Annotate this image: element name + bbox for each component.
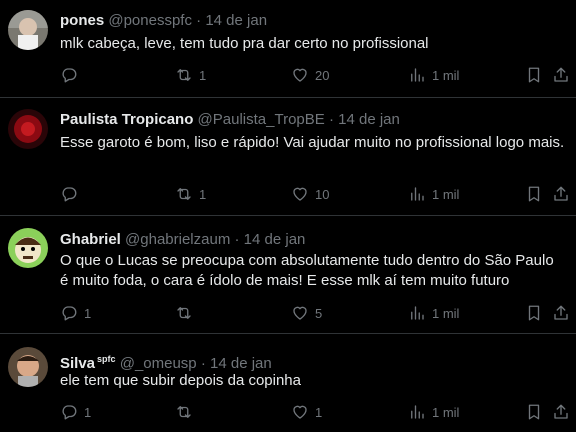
avatar[interactable] [8, 10, 48, 50]
avatar[interactable] [8, 347, 48, 387]
separator: · [196, 12, 202, 29]
heart-icon [293, 306, 307, 320]
action-bar: 1 1 1 mil [60, 401, 570, 423]
timestamp[interactable]: 14 de jan [210, 355, 272, 372]
like-button[interactable]: 10 [291, 183, 329, 205]
retweet-count: 1 [199, 186, 207, 202]
retweet-button[interactable] [175, 302, 193, 324]
action-bar: 1 20 1 mil [60, 64, 570, 86]
reply-count: 1 [84, 404, 92, 420]
display-name[interactable]: Silva [60, 355, 95, 372]
like-count: 10 [315, 186, 330, 202]
views-icon [411, 68, 424, 82]
timestamp[interactable]: 14 de jan [205, 12, 267, 29]
share-button[interactable] [552, 183, 570, 205]
tweet[interactable]: Silva spfc @_omeusp · 14 de jan ele tem q… [0, 334, 576, 432]
retweet-icon [177, 188, 191, 200]
retweet-button[interactable] [175, 401, 193, 423]
tweet-text: ele tem que subir depois da copinha [60, 372, 301, 389]
views-icon [411, 306, 424, 320]
views-count: 1 mil [432, 67, 460, 83]
tweet-text: O que o Lucas se preocupa com absolutame… [60, 252, 554, 289]
reply-icon [62, 405, 77, 420]
reply-icon [62, 68, 77, 83]
share-icon [554, 67, 568, 82]
heart-icon [293, 187, 307, 201]
separator: · [234, 231, 240, 248]
views-icon [411, 187, 424, 201]
reply-count: 1 [84, 305, 92, 321]
views-count: 1 mil [432, 305, 460, 321]
tweet-text: mlk cabeça, leve, tem tudo pra dar certo… [60, 35, 429, 52]
separator: · [200, 355, 206, 372]
tweet[interactable]: Paulista Tropicano @Paulista_TropBE · 14… [0, 98, 576, 216]
share-button[interactable] [552, 302, 570, 324]
tweet-header: Ghabriel @ghabrielzaum · 14 de jan [60, 231, 305, 249]
handle[interactable]: @ponesspfc [108, 12, 192, 29]
timestamp[interactable]: 14 de jan [338, 111, 400, 128]
heart-icon [293, 68, 307, 82]
avatar[interactable] [8, 228, 48, 268]
tweet-header: Silva spfc @_omeusp · 14 de jan [60, 350, 272, 373]
reply-button[interactable] [60, 64, 78, 86]
bookmark-icon [528, 186, 540, 202]
tweet-text: Esse garoto é bom, liso e rápido! Vai aj… [60, 134, 565, 151]
bookmark-icon [528, 67, 540, 83]
retweet-icon [177, 69, 191, 81]
like-count: 20 [315, 67, 330, 83]
reply-button[interactable]: 1 [60, 302, 91, 324]
reply-icon [62, 187, 77, 202]
views-count: 1 mil [432, 186, 460, 202]
retweet-button[interactable]: 1 [175, 64, 206, 86]
handle[interactable]: @_omeusp [120, 355, 197, 372]
reply-button[interactable] [60, 183, 78, 205]
tweet-header: pones @ponesspfc · 14 de jan [60, 12, 267, 30]
retweet-icon [177, 406, 191, 418]
views-button[interactable]: 1 mil [408, 401, 459, 423]
handle[interactable]: @ghabrielzaum [125, 231, 230, 248]
retweet-icon [177, 307, 191, 319]
action-bar: 1 10 1 mil [60, 183, 570, 205]
reply-icon [62, 306, 77, 321]
views-button[interactable]: 1 mil [408, 302, 459, 324]
name-badge: spfc [97, 354, 116, 364]
retweet-count: 1 [199, 67, 207, 83]
bookmark-icon [528, 305, 540, 321]
tweet[interactable]: pones @ponesspfc · 14 de jan mlk cabeça,… [0, 0, 576, 98]
timestamp[interactable]: 14 de jan [244, 231, 306, 248]
like-button[interactable]: 1 [291, 401, 322, 423]
share-icon [554, 404, 568, 419]
handle[interactable]: @Paulista_TropBE [198, 111, 325, 128]
views-button[interactable]: 1 mil [408, 64, 459, 86]
display-name[interactable]: Paulista Tropicano [60, 111, 193, 128]
bookmark-button[interactable] [525, 183, 543, 205]
like-count: 5 [315, 305, 323, 321]
like-button[interactable]: 20 [291, 64, 329, 86]
views-icon [411, 405, 424, 419]
bookmark-button[interactable] [525, 64, 543, 86]
tweet-header: Paulista Tropicano @Paulista_TropBE · 14… [60, 111, 400, 129]
share-button[interactable] [552, 401, 570, 423]
display-name[interactable]: pones [60, 12, 104, 29]
bookmark-icon [528, 404, 540, 420]
avatar[interactable] [8, 109, 48, 149]
views-button[interactable]: 1 mil [408, 183, 459, 205]
views-count: 1 mil [432, 404, 460, 420]
heart-icon [293, 405, 307, 419]
like-count: 1 [315, 404, 323, 420]
tweet[interactable]: Ghabriel @ghabrielzaum · 14 de jan O que… [0, 216, 576, 334]
display-name[interactable]: Ghabriel [60, 231, 121, 248]
bookmark-button[interactable] [525, 302, 543, 324]
reply-button[interactable]: 1 [60, 401, 91, 423]
like-button[interactable]: 5 [291, 302, 322, 324]
share-button[interactable] [552, 64, 570, 86]
retweet-button[interactable]: 1 [175, 183, 206, 205]
share-icon [554, 305, 568, 320]
separator: · [328, 111, 334, 128]
action-bar: 1 5 1 mil [60, 302, 570, 324]
bookmark-button[interactable] [525, 401, 543, 423]
share-icon [554, 186, 568, 201]
